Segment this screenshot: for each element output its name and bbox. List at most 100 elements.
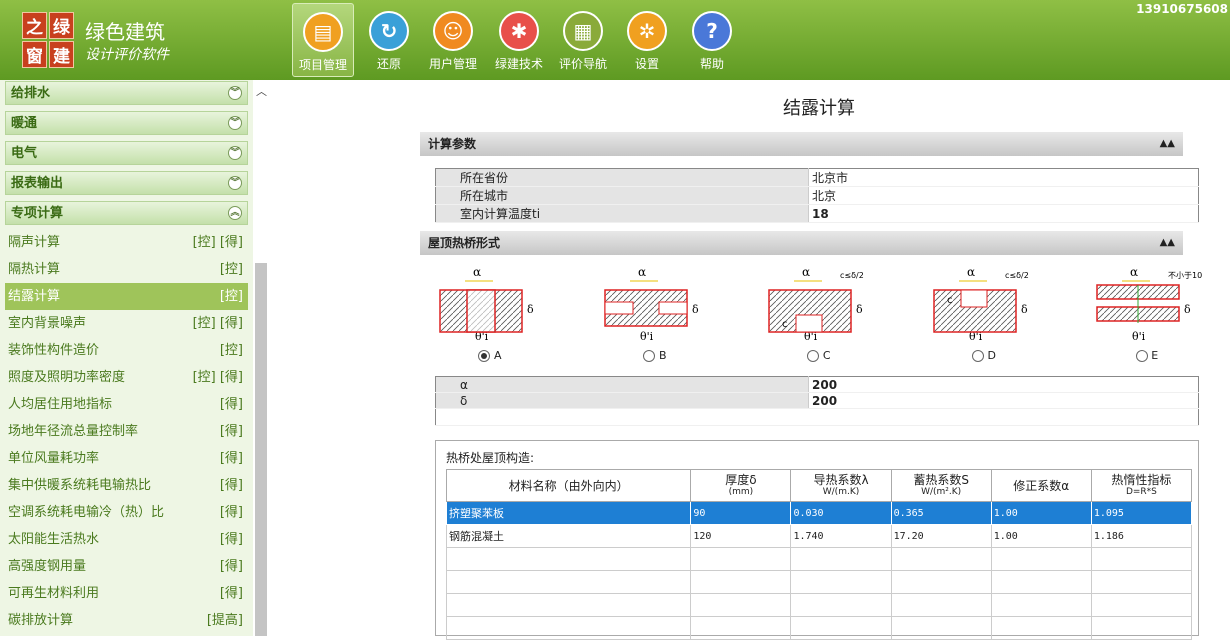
- sidebar-item[interactable]: 碳排放计算 [提高]: [0, 607, 253, 634]
- dim-value[interactable]: 200: [808, 392, 1199, 409]
- table-cell[interactable]: 0.365: [890, 501, 992, 525]
- bridge-radio-row[interactable]: E: [1092, 349, 1202, 362]
- column-header[interactable]: 热惰性指标 D=R*S: [1090, 469, 1193, 502]
- collapse-icon[interactable]: ▲▲: [1160, 231, 1175, 255]
- bridge-option-a[interactable]: α θ'i δ A: [435, 265, 545, 365]
- sidebar-item[interactable]: 高强度钢用量 [得]: [0, 553, 253, 580]
- table-cell[interactable]: 120: [690, 524, 792, 548]
- radio-button[interactable]: [807, 350, 820, 362]
- sidebar-item[interactable]: 结露计算 [控]: [5, 283, 248, 310]
- table-cell[interactable]: [890, 616, 992, 640]
- param-value[interactable]: 北京: [808, 186, 1199, 205]
- table-cell[interactable]: [1090, 616, 1193, 640]
- table-cell[interactable]: 17.20: [890, 524, 992, 548]
- bridge-radio-row[interactable]: D: [929, 349, 1039, 362]
- bridge-option-e[interactable]: α θ'i δ 不小于10mm E: [1092, 265, 1202, 365]
- scroll-thumb[interactable]: [255, 263, 267, 636]
- table-row[interactable]: 钢筋混凝土 120 1.740 17.20 1.00 1.186: [445, 524, 1193, 548]
- bridge-type-header[interactable]: 屋顶热桥形式 ▲▲: [420, 231, 1183, 255]
- table-cell[interactable]: [790, 570, 892, 594]
- chevron-up-icon[interactable]: ︽: [228, 206, 242, 220]
- sidebar-item[interactable]: 空调系统耗电输冷（热）比 [得]: [0, 499, 253, 526]
- toolbar-button-help[interactable]: ? 帮助: [681, 3, 743, 77]
- table-cell[interactable]: [790, 616, 892, 640]
- table-cell[interactable]: [890, 570, 992, 594]
- table-cell[interactable]: [990, 616, 1092, 640]
- sidebar-section-header[interactable]: 暖通 ︾: [5, 111, 248, 135]
- bridge-radio-row[interactable]: B: [600, 349, 710, 362]
- bridge-radio-row[interactable]: A: [435, 349, 545, 362]
- table-cell[interactable]: 1.186: [1090, 524, 1193, 548]
- bridge-option-d[interactable]: α θ'i δ c≤δ/2 c D: [929, 265, 1039, 365]
- table-cell[interactable]: [690, 593, 792, 617]
- table-cell[interactable]: [990, 547, 1092, 571]
- collapse-icon[interactable]: ▲▲: [1160, 132, 1175, 156]
- bridge-radio-row[interactable]: C: [764, 349, 874, 362]
- table-cell[interactable]: [990, 570, 1092, 594]
- column-header[interactable]: 蓄热系数S W/(m².K): [890, 469, 992, 502]
- table-row-empty[interactable]: [445, 593, 1193, 617]
- sidebar-item[interactable]: 室内背景噪声 [控] [得]: [0, 310, 253, 337]
- sidebar-item[interactable]: 隔热计算 [控]: [0, 256, 253, 283]
- radio-button[interactable]: [1135, 350, 1148, 362]
- table-row-empty[interactable]: [445, 570, 1193, 594]
- calc-params-header[interactable]: 计算参数 ▲▲: [420, 132, 1183, 156]
- sidebar-item[interactable]: 可再生材料利用 [得]: [0, 580, 253, 607]
- radio-button[interactable]: [478, 350, 491, 362]
- table-cell[interactable]: 挤塑聚苯板: [445, 501, 692, 525]
- toolbar-button-folder[interactable]: ▤ 项目管理: [292, 3, 354, 77]
- sidebar-item[interactable]: 单位风量耗功率 [得]: [0, 445, 253, 472]
- column-header[interactable]: 修正系数α: [990, 469, 1092, 502]
- table-cell[interactable]: [1090, 547, 1193, 571]
- chevron-down-icon[interactable]: ︾: [228, 176, 242, 190]
- toolbar-button-gear[interactable]: ✲ 设置: [616, 3, 678, 77]
- table-row-empty[interactable]: [445, 547, 1193, 571]
- table-cell[interactable]: 90: [690, 501, 792, 525]
- toolbar-button-molecule[interactable]: ✱ 绿建技术: [488, 3, 550, 77]
- table-cell[interactable]: [445, 616, 692, 640]
- sidebar-item[interactable]: 人均居住用地指标 [得]: [0, 391, 253, 418]
- table-cell[interactable]: [890, 593, 992, 617]
- table-cell[interactable]: 1.00: [990, 524, 1092, 548]
- sidebar-section-header[interactable]: 电气 ︾: [5, 141, 248, 165]
- table-row[interactable]: 挤塑聚苯板 90 0.030 0.365 1.00 1.095: [445, 501, 1193, 525]
- sidebar-scrollbar[interactable]: ︿: [253, 80, 269, 636]
- chevron-down-icon[interactable]: ︾: [228, 116, 242, 130]
- chevron-down-icon[interactable]: ︾: [228, 146, 242, 160]
- table-cell[interactable]: 1.095: [1090, 501, 1193, 525]
- column-header[interactable]: 导热系数λ W/(m.K): [790, 469, 892, 502]
- table-cell[interactable]: [445, 547, 692, 571]
- radio-button[interactable]: [643, 350, 656, 362]
- table-cell[interactable]: [990, 593, 1092, 617]
- sidebar-item[interactable]: 太阳能生活热水 [得]: [0, 526, 253, 553]
- sidebar-section-header[interactable]: 专项计算 ︽: [5, 201, 248, 225]
- param-value[interactable]: 18: [808, 204, 1199, 223]
- scroll-up-icon[interactable]: ︿: [256, 83, 267, 99]
- sidebar-item[interactable]: 隔声计算 [控] [得]: [0, 229, 253, 256]
- table-cell[interactable]: [1090, 570, 1193, 594]
- dim-value[interactable]: 200: [808, 376, 1199, 393]
- table-cell[interactable]: 1.00: [990, 501, 1092, 525]
- table-cell[interactable]: [1090, 593, 1193, 617]
- table-cell[interactable]: [445, 570, 692, 594]
- table-cell[interactable]: [690, 616, 792, 640]
- table-cell[interactable]: [445, 593, 692, 617]
- radio-button[interactable]: [972, 350, 985, 362]
- toolbar-button-restore[interactable]: ↻ 还原: [358, 3, 420, 77]
- column-header[interactable]: 厚度δ (mm): [690, 469, 792, 502]
- table-cell[interactable]: [890, 547, 992, 571]
- table-cell[interactable]: 钢筋混凝土: [445, 524, 692, 548]
- sidebar-item[interactable]: 场地年径流总量控制率 [得]: [0, 418, 253, 445]
- table-cell[interactable]: [790, 593, 892, 617]
- chevron-down-icon[interactable]: ︾: [228, 86, 242, 100]
- toolbar-button-book[interactable]: ▦ 评价导航: [552, 3, 614, 77]
- bridge-option-b[interactable]: α θ'i δ B: [600, 265, 710, 365]
- sidebar-section-header[interactable]: 报表输出 ︾: [5, 171, 248, 195]
- sidebar-item[interactable]: 集中供暖系统耗电输热比 [得]: [0, 472, 253, 499]
- sidebar-item[interactable]: 装饰性构件造价 [控]: [0, 337, 253, 364]
- table-row-empty[interactable]: [445, 616, 1193, 640]
- table-cell[interactable]: [690, 570, 792, 594]
- table-cell[interactable]: [690, 547, 792, 571]
- column-header[interactable]: 材料名称（由外向内）: [445, 469, 692, 502]
- toolbar-button-user[interactable]: ☺ 用户管理: [422, 3, 484, 77]
